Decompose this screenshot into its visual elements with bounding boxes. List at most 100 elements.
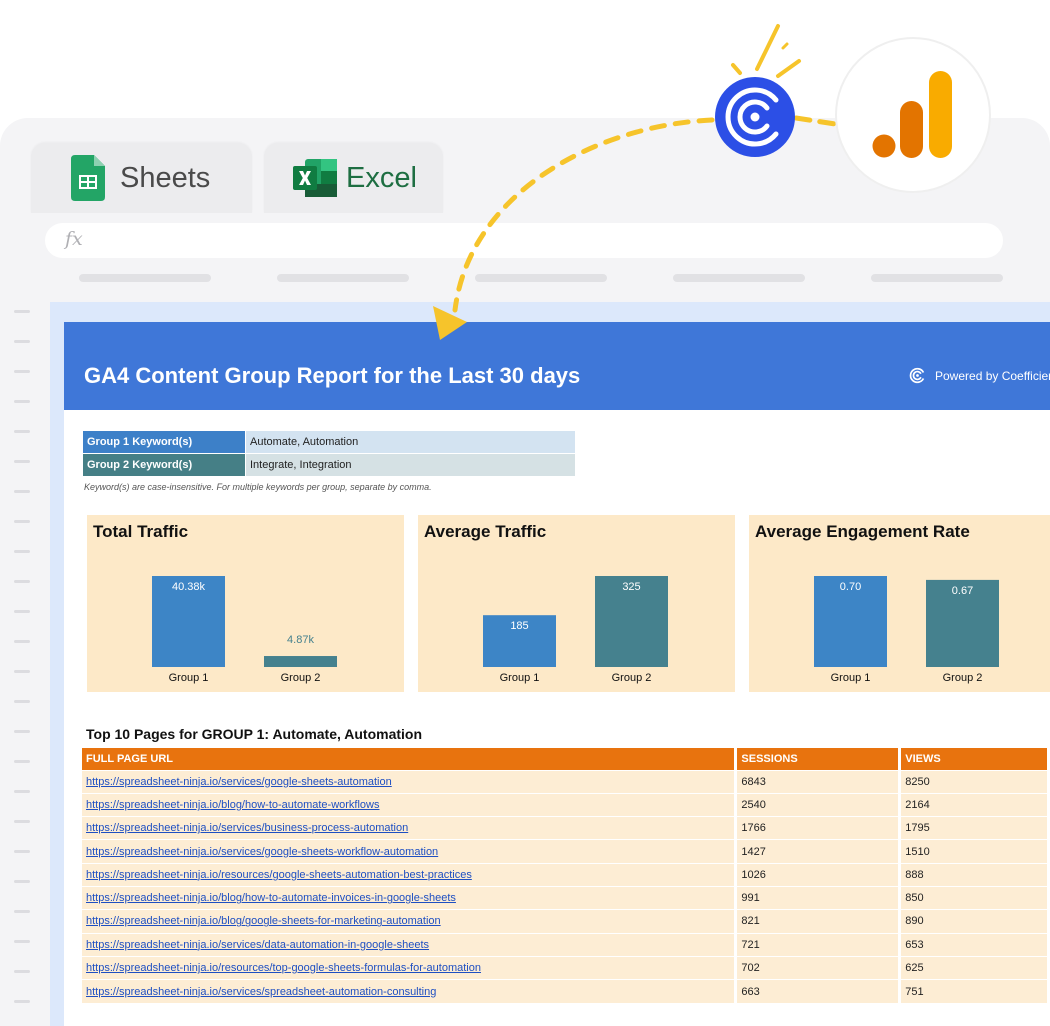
data-label: 40.38k — [172, 581, 206, 593]
sessions-cell: 663 — [735, 979, 902, 1003]
category-label: Group 2 — [612, 672, 652, 684]
category-label: Group 2 — [281, 672, 321, 684]
keyword-row: Group 2 Keyword(s) Integrate, Integratio… — [82, 453, 576, 477]
row-number-placeholder — [14, 610, 30, 613]
page-url-link[interactable]: https://spreadsheet-ninja.io/services/da… — [82, 932, 738, 957]
row-number-placeholder — [14, 400, 30, 403]
row-number-placeholder — [14, 700, 30, 703]
arrow-head — [433, 306, 467, 340]
row-number-placeholder — [14, 970, 30, 973]
views-cell: 850 — [899, 885, 1050, 910]
sessions-cell: 1766 — [735, 816, 902, 840]
sessions-cell: 2540 — [735, 792, 902, 817]
total-traffic-chart: 40.38k Group 1 4.87k Group 2 — [152, 576, 337, 684]
page-url-link[interactable]: https://spreadsheet-ninja.io/services/bu… — [82, 816, 738, 840]
table-row: https://spreadsheet-ninja.io/services/sp… — [82, 979, 1050, 1003]
table-row: https://spreadsheet-ninja.io/resources/g… — [82, 862, 1050, 887]
row-number-placeholder — [14, 520, 30, 523]
views-cell: 8250 — [899, 769, 1050, 794]
table-row: https://spreadsheet-ninja.io/services/go… — [82, 839, 1050, 864]
table-row: https://spreadsheet-ninja.io/blog/google… — [82, 909, 1050, 934]
views-cell: 888 — [899, 862, 1050, 887]
chart-card-average-engagement: Average Engagement Rate 0.70 Group 1 0.67 G… — [749, 515, 1050, 692]
sessions-cell: 821 — [735, 909, 902, 934]
report-sheet: GA4 Content Group Report for the Last 30… — [64, 322, 1050, 1026]
row-number-placeholder — [14, 940, 30, 943]
dashed-arrow-path — [452, 117, 715, 313]
category-label: Group 2 — [943, 672, 983, 684]
top-pages-title: Top 10 Pages for GROUP 1: Automate, Auto… — [86, 726, 423, 742]
table-header-row: FULL PAGE URL SESSIONS VIEWS — [82, 748, 1050, 770]
page-url-link[interactable]: https://spreadsheet-ninja.io/services/sp… — [82, 979, 738, 1003]
sessions-cell: 1026 — [735, 862, 902, 887]
views-cell: 653 — [899, 932, 1050, 957]
page-url-link[interactable]: https://spreadsheet-ninja.io/services/go… — [82, 769, 738, 794]
row-number-placeholder — [14, 790, 30, 793]
sessions-cell: 6843 — [735, 769, 902, 794]
page-url-link[interactable]: https://spreadsheet-ninja.io/blog/google… — [82, 909, 738, 934]
data-label: 0.70 — [840, 581, 861, 593]
row-number-placeholder — [14, 730, 30, 733]
row-number-placeholder — [14, 430, 30, 433]
row-number-placeholder — [14, 490, 30, 493]
top-pages-table: FULL PAGE URL SESSIONS VIEWS https://spr… — [82, 748, 1050, 1003]
chart-card-average-traffic: Average Traffic 185 Group 1 325 Group 2 — [418, 515, 735, 692]
group2-keyword-label: Group 2 Keyword(s) — [82, 453, 246, 477]
report-title: GA4 Content Group Report for the Last 30… — [84, 363, 581, 388]
row-number-placeholder — [14, 880, 30, 883]
table-row: https://spreadsheet-ninja.io/services/go… — [82, 769, 1050, 794]
keyword-row: Group 1 Keyword(s) Automate, Automation — [82, 430, 576, 454]
views-cell: 1510 — [899, 839, 1050, 864]
views-cell: 1795 — [899, 816, 1050, 840]
data-label: 4.87k — [287, 634, 314, 646]
page-url-link[interactable]: https://spreadsheet-ninja.io/resources/g… — [82, 862, 738, 887]
category-label: Group 1 — [831, 672, 871, 684]
page-url-link[interactable]: https://spreadsheet-ninja.io/resources/t… — [82, 955, 738, 980]
column-header-views[interactable]: VIEWS — [899, 748, 1050, 770]
average-traffic-chart: 185 Group 1 325 Group 2 — [483, 576, 668, 684]
group1-keyword-label: Group 1 Keyword(s) — [82, 430, 246, 454]
average-engagement-chart: 0.70 Group 1 0.67 Group 2 — [814, 576, 999, 684]
group2-keyword-value[interactable]: Integrate, Integration — [245, 453, 576, 477]
integration-illustration — [433, 24, 991, 340]
sessions-cell: 721 — [735, 932, 902, 957]
sessions-cell: 702 — [735, 955, 902, 980]
powered-by-label: Powered by Coefficient — [935, 368, 1050, 383]
row-number-placeholder — [14, 850, 30, 853]
row-number-placeholder — [14, 1000, 30, 1003]
keyword-table: Group 1 Keyword(s) Automate, Automation … — [82, 430, 576, 477]
row-number-placeholder — [14, 820, 30, 823]
row-number-placeholder — [14, 670, 30, 673]
row-number-placeholder — [14, 760, 30, 763]
views-cell: 751 — [899, 979, 1050, 1003]
page-url-link[interactable]: https://spreadsheet-ninja.io/blog/how-to… — [82, 885, 738, 910]
views-cell: 625 — [899, 955, 1050, 980]
coefficient-icon — [909, 367, 925, 384]
sessions-cell: 991 — [735, 885, 902, 910]
row-number-placeholder — [14, 550, 30, 553]
page-url-link[interactable]: https://spreadsheet-ninja.io/blog/how-to… — [82, 792, 738, 817]
category-label: Group 1 — [169, 672, 209, 684]
row-number-placeholder — [14, 370, 30, 373]
data-label: 325 — [622, 581, 640, 593]
row-number-placeholder — [14, 640, 30, 643]
table-row: https://spreadsheet-ninja.io/services/da… — [82, 932, 1050, 957]
views-cell: 2164 — [899, 792, 1050, 817]
column-header-sessions[interactable]: SESSIONS — [735, 748, 902, 770]
row-number-placeholder — [14, 460, 30, 463]
page-url-link[interactable]: https://spreadsheet-ninja.io/services/go… — [82, 839, 738, 864]
views-cell: 890 — [899, 909, 1050, 934]
data-label: 0.67 — [952, 585, 973, 597]
coefficient-logo — [715, 77, 795, 157]
column-header-url[interactable]: FULL PAGE URL — [82, 748, 738, 770]
table-row: https://spreadsheet-ninja.io/blog/how-to… — [82, 792, 1050, 817]
google-analytics-logo — [835, 37, 991, 193]
row-number-placeholder — [14, 910, 30, 913]
powered-by: Powered by Coefficient — [909, 367, 1050, 384]
table-row: https://spreadsheet-ninja.io/blog/how-to… — [82, 885, 1050, 910]
table-row: https://spreadsheet-ninja.io/resources/t… — [82, 955, 1050, 980]
data-label: 185 — [510, 620, 528, 632]
bar-2 — [264, 656, 337, 667]
chart-card-total-traffic: Total Traffic 40.38k Group 1 4.87k Group 2 — [87, 515, 404, 692]
group1-keyword-value[interactable]: Automate, Automation — [245, 430, 576, 454]
